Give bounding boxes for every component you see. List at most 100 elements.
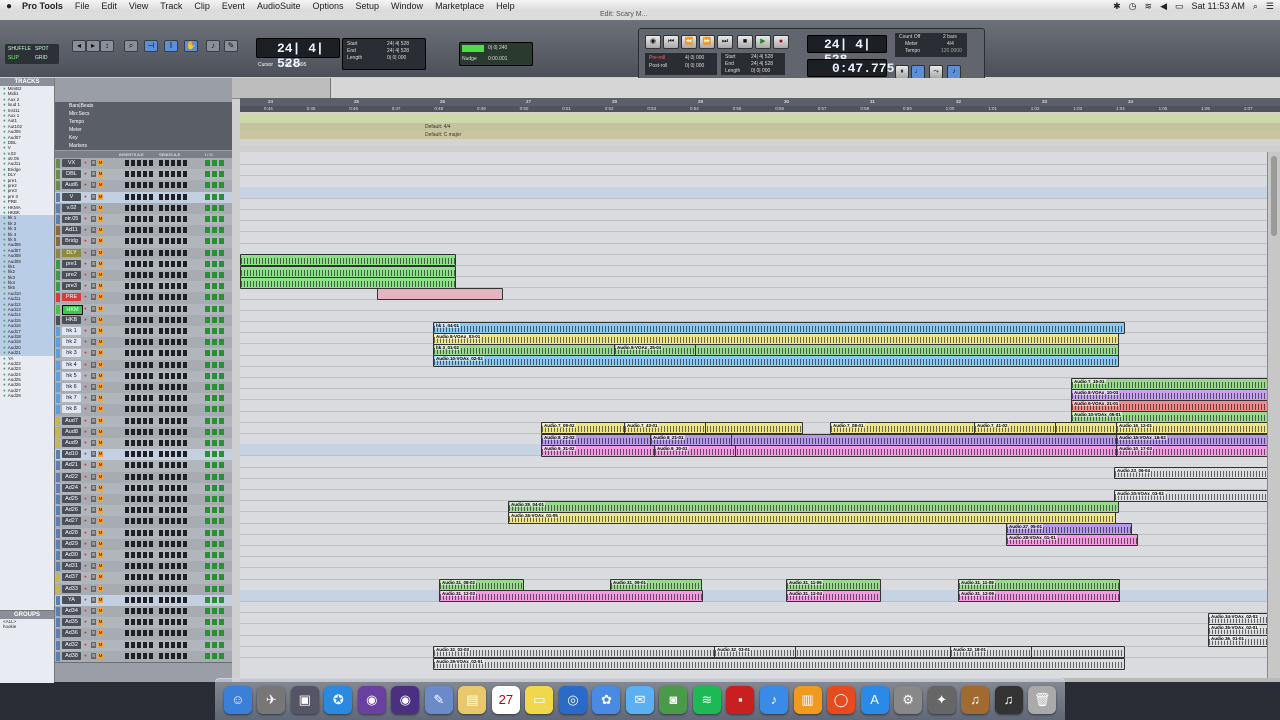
insert-slot[interactable]: [137, 339, 141, 346]
io-selector[interactable]: [219, 160, 224, 166]
insert-slot[interactable]: [125, 182, 129, 189]
send-slot[interactable]: [183, 260, 187, 267]
send-slot[interactable]: [159, 552, 163, 558]
send-slot[interactable]: [183, 630, 187, 637]
insert-slot[interactable]: [143, 384, 147, 390]
send-slot[interactable]: [177, 216, 181, 222]
io-selector[interactable]: [219, 193, 224, 200]
io-selector[interactable]: [212, 428, 217, 435]
insert-slot[interactable]: [143, 585, 147, 592]
insert-slot[interactable]: [137, 596, 141, 603]
io-selector[interactable]: [219, 406, 224, 413]
send-slot[interactable]: [171, 249, 175, 256]
menu-track[interactable]: Track: [156, 1, 190, 11]
insert-slot[interactable]: [125, 462, 129, 469]
record-enable-icon[interactable]: ●: [83, 373, 88, 379]
io-selector[interactable]: [219, 238, 224, 245]
insert-slot[interactable]: [131, 496, 135, 502]
send-slot[interactable]: [159, 350, 163, 357]
send-slot[interactable]: [165, 316, 169, 323]
send-slot[interactable]: [159, 395, 163, 402]
facetime-icon[interactable]: ◙: [659, 685, 688, 714]
io-selector[interactable]: [212, 395, 217, 402]
io-selector[interactable]: [205, 451, 210, 458]
insert-slot[interactable]: [131, 294, 135, 301]
io-selector[interactable]: [205, 249, 210, 256]
send-slot[interactable]: [159, 204, 163, 211]
send-slot[interactable]: [159, 260, 163, 267]
io-selector[interactable]: [212, 227, 217, 234]
send-slot[interactable]: [171, 619, 175, 626]
grabber-tool-icon[interactable]: ✋: [184, 40, 198, 52]
insert-slot[interactable]: [149, 171, 153, 178]
send-slot[interactable]: [159, 428, 163, 435]
record-enable-icon[interactable]: ●: [83, 418, 88, 424]
mute-button[interactable]: M: [98, 529, 103, 536]
insert-slot[interactable]: [125, 260, 129, 267]
io-selector[interactable]: [219, 171, 224, 178]
insert-slot[interactable]: [143, 182, 147, 189]
insert-slot[interactable]: [137, 462, 141, 469]
send-slot[interactable]: [165, 395, 169, 402]
send-slot[interactable]: [159, 305, 163, 312]
io-selector[interactable]: [219, 372, 224, 379]
menu-event[interactable]: Event: [218, 1, 253, 11]
mission-control-icon[interactable]: ▣: [290, 685, 319, 714]
send-slot[interactable]: [165, 216, 169, 222]
insert-slot[interactable]: [149, 316, 153, 323]
send-slot[interactable]: [177, 160, 181, 166]
send-slot[interactable]: [165, 283, 169, 290]
insert-slot[interactable]: [125, 160, 129, 166]
solo-button[interactable]: S: [91, 619, 96, 626]
io-selector[interactable]: [212, 193, 217, 200]
send-slot[interactable]: [165, 652, 169, 659]
io-selector[interactable]: [212, 238, 217, 245]
insert-slot[interactable]: [143, 227, 147, 234]
send-slot[interactable]: [177, 596, 181, 603]
track-name[interactable]: Ad38: [62, 651, 81, 660]
mode-shuffle[interactable]: SHUFFLE: [8, 46, 31, 52]
send-slot[interactable]: [177, 473, 181, 480]
audio-clip[interactable]: Audio 27_05-01: [1006, 523, 1132, 536]
insert-slot[interactable]: [131, 260, 135, 267]
send-slot[interactable]: [177, 406, 181, 413]
record-enable-icon[interactable]: ●: [83, 272, 88, 278]
io-selector[interactable]: [205, 641, 210, 648]
send-slot[interactable]: [183, 272, 187, 278]
send-slot[interactable]: [171, 484, 175, 491]
tempo-value[interactable]: 120.0000: [941, 48, 962, 54]
insert-slot[interactable]: [131, 406, 135, 413]
io-selector[interactable]: [205, 440, 210, 446]
send-slot[interactable]: [177, 171, 181, 178]
track-name[interactable]: v.02: [62, 203, 81, 212]
send-slot[interactable]: [159, 596, 163, 603]
send-slot[interactable]: [183, 372, 187, 379]
vertical-scroll-thumb[interactable]: [1271, 156, 1277, 236]
io-selector[interactable]: [212, 339, 217, 346]
track-name[interactable]: Ad25: [62, 495, 81, 503]
insert-slot[interactable]: [149, 227, 153, 234]
io-selector[interactable]: [212, 350, 217, 357]
calendar-icon[interactable]: 27: [491, 685, 520, 714]
solo-button[interactable]: S: [91, 339, 96, 346]
send-slot[interactable]: [159, 372, 163, 379]
send-slot[interactable]: [183, 496, 187, 502]
io-selector[interactable]: [212, 518, 217, 525]
send-slot[interactable]: [171, 305, 175, 312]
insert-slot[interactable]: [131, 652, 135, 659]
send-slot[interactable]: [159, 238, 163, 245]
insert-slot[interactable]: [149, 451, 153, 458]
notes-icon[interactable]: ▤: [458, 685, 487, 714]
insert-slot[interactable]: [143, 529, 147, 536]
send-slot[interactable]: [183, 406, 187, 413]
insert-slot[interactable]: [137, 350, 141, 357]
record-enable-icon[interactable]: ●: [83, 328, 88, 334]
insert-slot[interactable]: [137, 585, 141, 592]
send-slot[interactable]: [165, 496, 169, 502]
insert-slot[interactable]: [143, 473, 147, 480]
io-selector[interactable]: [219, 518, 224, 525]
insert-slot[interactable]: [143, 193, 147, 200]
insert-slot[interactable]: [137, 260, 141, 267]
mute-button[interactable]: M: [98, 652, 103, 659]
insert-slot[interactable]: [143, 619, 147, 626]
